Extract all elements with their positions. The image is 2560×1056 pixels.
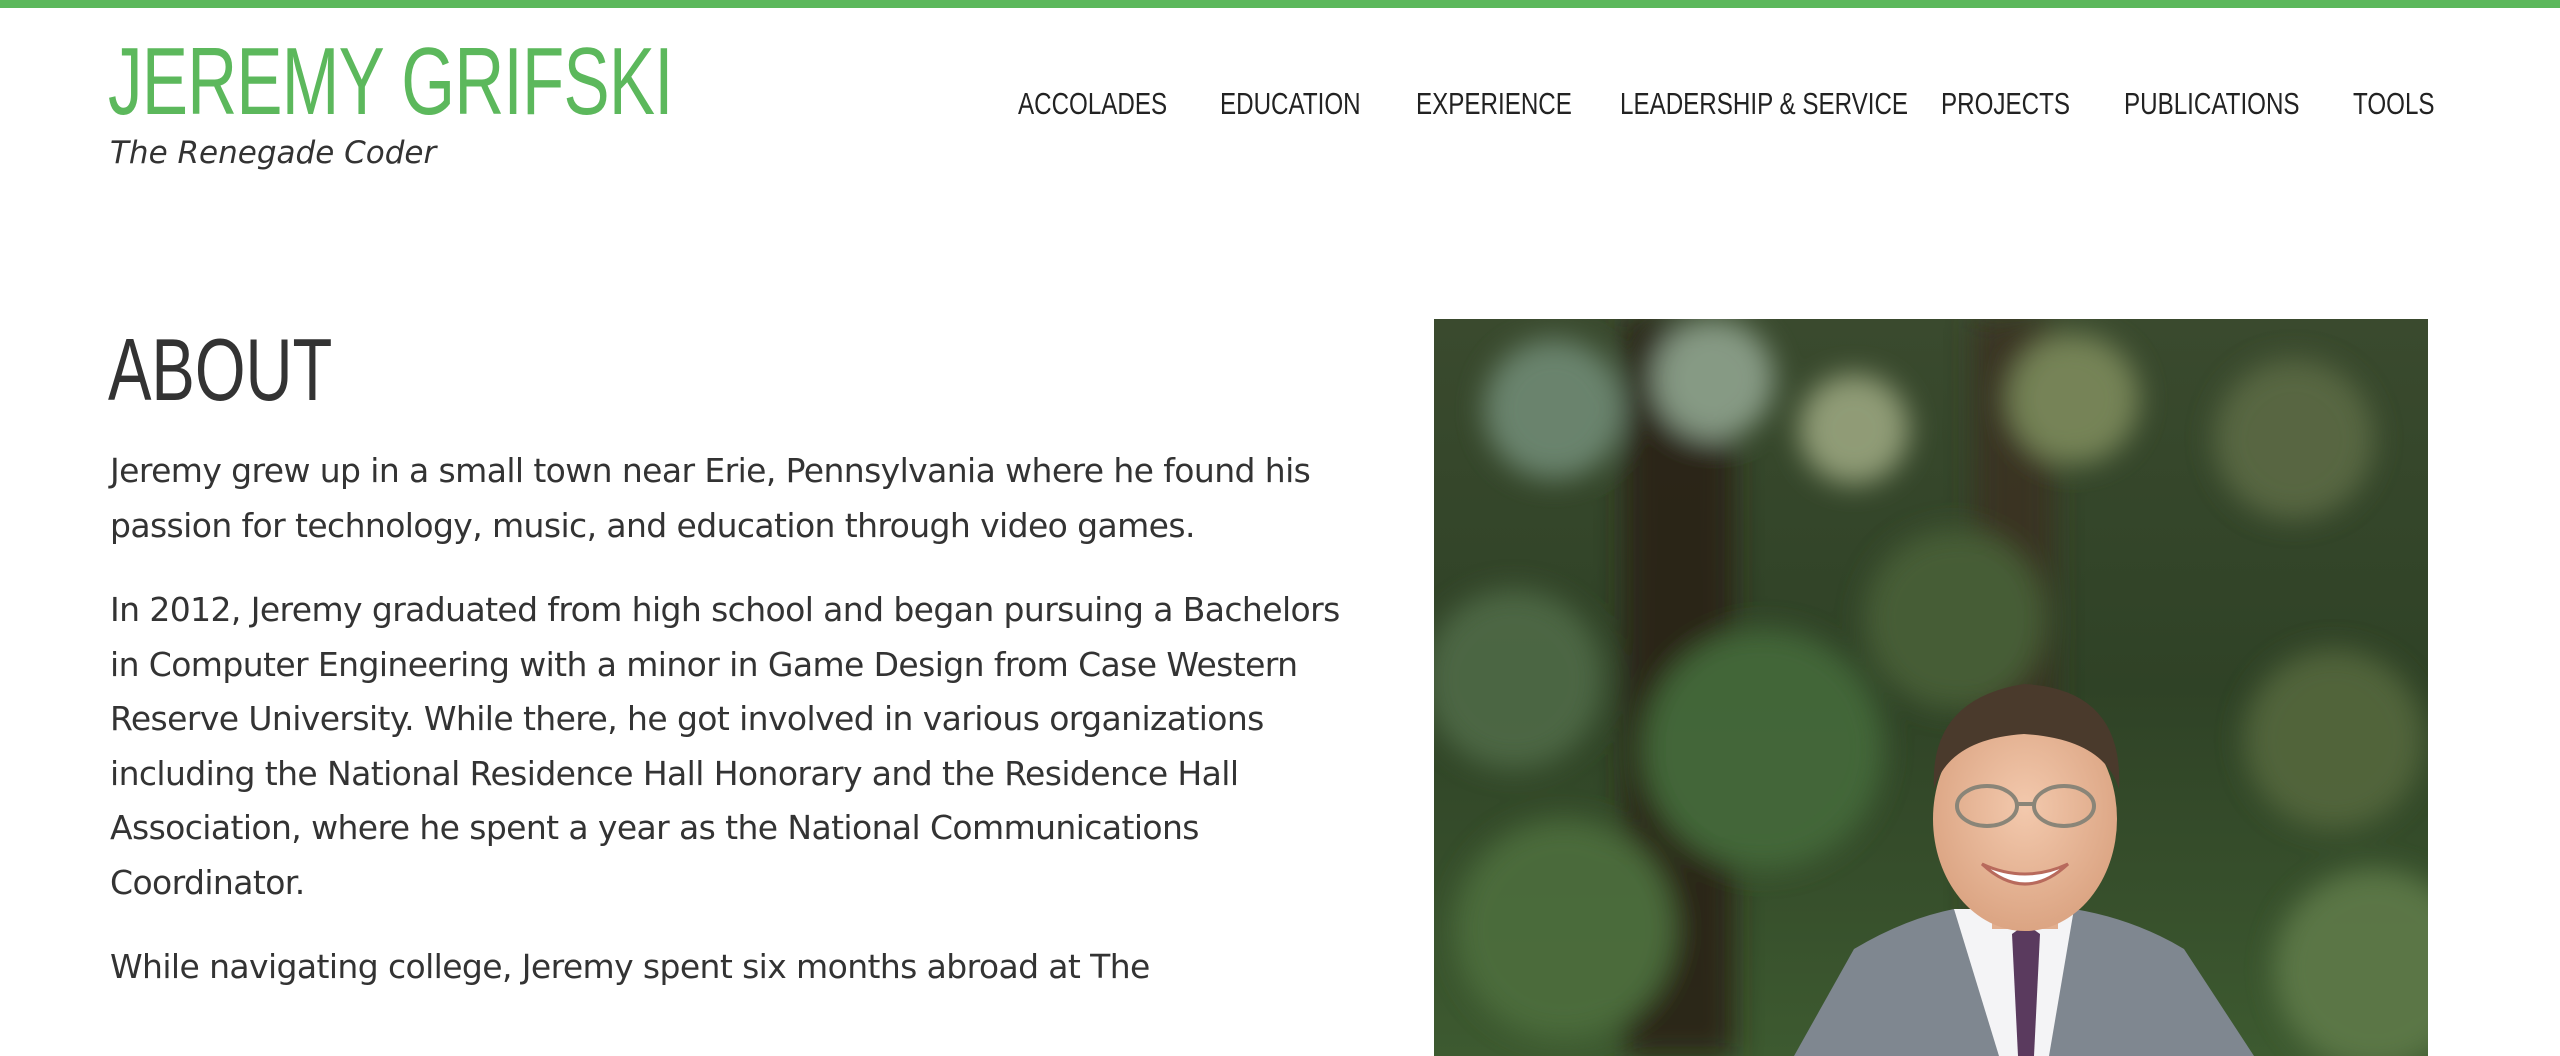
site-tagline: The Renegade Coder <box>110 135 437 171</box>
nav-item-publications[interactable]: PUBLICATIONS <box>2124 82 2300 126</box>
portrait-photo <box>1434 319 2428 1056</box>
about-paragraph: While navigating college, Jeremy spent s… <box>110 947 1150 986</box>
about-text: Jeremy grew up in a small town near Erie… <box>110 444 1350 1025</box>
nav-item-experience[interactable]: EXPERIENCE <box>1416 82 1572 126</box>
about-paragraph: Jeremy grew up in a small town near Erie… <box>110 451 1311 545</box>
about-heading: ABOUT <box>108 320 333 419</box>
nav-item-projects[interactable]: PROJECTS <box>1941 82 2070 126</box>
main-nav: ACCOLADES EDUCATION EXPERIENCE LEADERSHI… <box>0 82 2560 126</box>
about-paragraph: In 2012, Jeremy graduated from high scho… <box>110 590 1340 902</box>
top-accent-bar <box>0 0 2560 8</box>
nav-item-tools[interactable]: TOOLS <box>2353 82 2435 126</box>
nav-item-education[interactable]: EDUCATION <box>1220 82 1361 126</box>
nav-item-accolades[interactable]: ACCOLADES <box>1018 82 1167 126</box>
nav-item-leadership-service[interactable]: LEADERSHIP & SERVICE <box>1620 82 1908 126</box>
